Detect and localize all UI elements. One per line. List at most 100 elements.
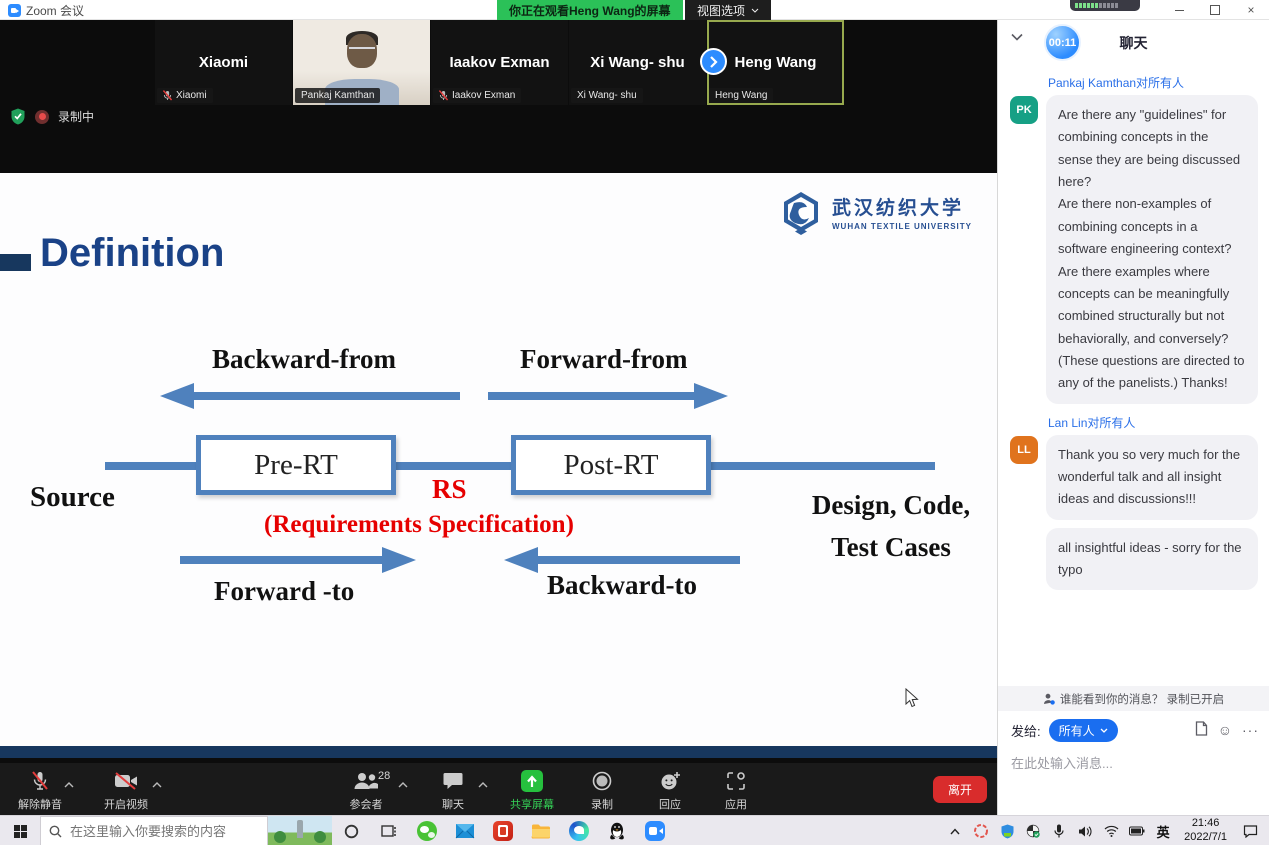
arrow-forward-from	[488, 383, 728, 409]
label-rs-full: (Requirements Specification)	[264, 511, 574, 539]
label-forward-from: Forward-from	[520, 344, 687, 375]
antivirus-flower-icon[interactable]	[970, 816, 992, 845]
file-explorer-icon[interactable]	[522, 816, 560, 845]
participant-label: Pankaj Kamthan	[295, 88, 380, 103]
battery-icon[interactable]	[1126, 816, 1148, 845]
chevron-up-icon[interactable]	[398, 782, 408, 788]
label-backward-to: Backward-to	[547, 570, 697, 601]
windows-logo-icon	[14, 825, 27, 838]
chevron-up-icon[interactable]	[64, 782, 74, 788]
mail-icon[interactable]	[446, 816, 484, 845]
university-name-cn: 武汉纺织大学	[832, 193, 972, 220]
participant-label: Heng Wang	[709, 88, 773, 103]
participants-button[interactable]: 28 参会者	[328, 770, 404, 812]
close-button[interactable]: ×	[1233, 0, 1269, 20]
view-options-dropdown[interactable]: 视图选项	[685, 0, 771, 20]
ime-language-indicator[interactable]: 英	[1152, 816, 1174, 845]
message-sender: Lan Lin对所有人	[1048, 414, 1259, 431]
people-icon	[353, 772, 379, 790]
participant-label: Iaakov Exman	[433, 88, 521, 103]
person-check-icon	[1043, 693, 1055, 705]
participants-count: 28	[378, 770, 390, 782]
slide-title: Definition	[40, 231, 224, 276]
participant-label: Xi Wang- shu	[571, 88, 643, 103]
watching-banner-text: 你正在观看Heng Wang的屏幕	[509, 2, 671, 19]
unmute-button[interactable]: 解除静音	[2, 770, 78, 812]
minimize-button[interactable]	[1161, 0, 1197, 20]
task-view-icon[interactable]	[370, 816, 408, 845]
participant-tile-pankaj-kamthan[interactable]: Pankaj Kamthan	[293, 20, 430, 105]
maximize-button[interactable]	[1197, 0, 1233, 20]
next-participants-page-button[interactable]	[700, 48, 727, 75]
emoji-icon[interactable]: ☺	[1218, 722, 1232, 738]
participant-tile-iaakov-exman[interactable]: Iaakov Exman Iaakov Exman	[431, 20, 568, 105]
search-input[interactable]	[70, 824, 240, 839]
send-to-label: 发给:	[1011, 721, 1041, 740]
view-options-label: 视图选项	[697, 2, 745, 19]
wifi-icon[interactable]	[1100, 816, 1122, 845]
chevron-up-icon[interactable]	[478, 782, 488, 788]
arrow-backward-to	[504, 547, 740, 573]
share-screen-button[interactable]: 共享屏幕	[494, 770, 570, 812]
app-identity: Zoom 会议	[8, 2, 84, 19]
mic-muted-icon	[31, 771, 49, 791]
label-rs: RS	[432, 474, 467, 505]
shared-screen-stage: Xiaomi Xiaomi Pankaj Kamthan Iaakov Exma…	[0, 20, 997, 815]
participants-label: 参会者	[350, 796, 383, 812]
chat-button[interactable]: 聊天	[422, 770, 484, 812]
zoom-app-icon	[8, 4, 21, 17]
date: 2022/7/1	[1184, 831, 1227, 845]
post-rt-box: Post-RT	[511, 435, 711, 495]
message-sender: Pankaj Kamthan对所有人	[1048, 74, 1259, 91]
record-label: 录制	[591, 796, 613, 812]
reactions-button[interactable]: 回应	[640, 770, 700, 812]
microphone-tray-icon[interactable]	[1048, 816, 1070, 845]
participant-tile-xi-wang-shu[interactable]: Xi Wang- shu Xi Wang- shu	[569, 20, 706, 105]
search-highlight-image[interactable]	[268, 816, 332, 845]
defender-shield-icon[interactable]	[1022, 816, 1044, 845]
chat-label: 聊天	[442, 796, 464, 812]
more-options-icon[interactable]: ···	[1242, 722, 1259, 738]
app-title: Zoom 会议	[26, 2, 84, 19]
mouse-cursor	[905, 688, 919, 708]
speaker-icon[interactable]	[1074, 816, 1096, 845]
start-button[interactable]	[0, 816, 40, 845]
university-name-en: WUHAN TEXTILE UNIVERSITY	[832, 222, 972, 231]
zoom-meeting-toolbar: 解除静音 开启视频 28 参会者	[0, 763, 997, 815]
taskbar-search[interactable]	[40, 816, 268, 845]
zoom-taskbar-icon[interactable]	[636, 816, 674, 845]
wechat-icon[interactable]	[408, 816, 446, 845]
start-video-button[interactable]: 开启视频	[88, 770, 164, 812]
audio-level-meter	[1070, 0, 1140, 11]
edge-icon[interactable]	[560, 816, 598, 845]
apps-label: 应用	[725, 796, 747, 812]
tray-expand-icon[interactable]	[944, 816, 966, 845]
reactions-label: 回应	[659, 796, 681, 812]
message-bubble: Thank you so very much for the wonderful…	[1046, 435, 1258, 520]
video-strip: Xiaomi Xiaomi Pankaj Kamthan Iaakov Exma…	[155, 20, 845, 105]
camera-off-icon	[114, 772, 138, 790]
record-button[interactable]: 录制	[572, 770, 632, 812]
start-video-label: 开启视频	[104, 796, 148, 812]
mic-muted-icon	[163, 90, 172, 101]
send-to-selector[interactable]: 所有人	[1049, 719, 1118, 742]
taskbar-clock[interactable]: 21:46 2022/7/1	[1178, 817, 1233, 845]
arrow-forward-to	[180, 547, 416, 573]
office-icon[interactable]	[484, 816, 522, 845]
window-titlebar: Zoom 会议 你正在观看Heng Wang的屏幕 视图选项 ×	[0, 0, 1269, 20]
recording-dot-icon	[35, 110, 49, 124]
chevron-up-icon[interactable]	[152, 782, 162, 788]
qq-icon[interactable]	[598, 816, 636, 845]
chat-message-list: Pankaj Kamthan对所有人 PK Are there any "gui…	[998, 64, 1269, 683]
apps-button[interactable]: 应用	[706, 770, 766, 812]
attach-file-icon[interactable]	[1195, 721, 1208, 739]
leave-meeting-button[interactable]: 离开	[933, 776, 987, 803]
security-shield-blue-icon[interactable]	[996, 816, 1018, 845]
participant-tile-xiaomi[interactable]: Xiaomi Xiaomi	[155, 20, 292, 105]
pre-rt-box: Pre-RT	[196, 435, 396, 495]
cortana-icon[interactable]	[332, 816, 370, 845]
participant-tile-heng-wang[interactable]: Heng Wang Heng Wang	[707, 20, 844, 105]
chat-message-input[interactable]	[1011, 756, 1256, 771]
chat-panel-title: 聊天	[998, 33, 1269, 53]
action-center-icon[interactable]	[1237, 816, 1263, 845]
